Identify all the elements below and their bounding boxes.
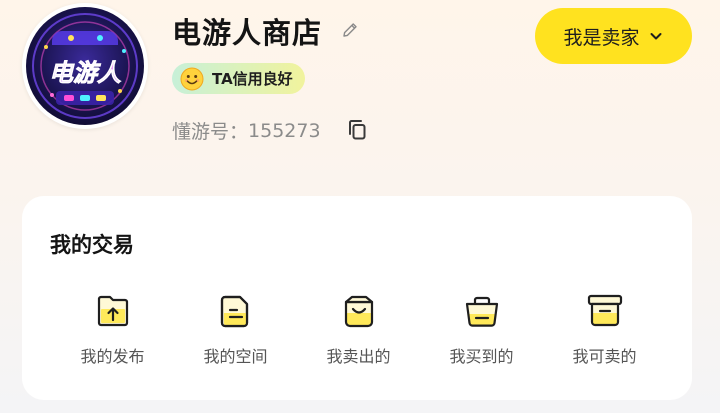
seller-mode-button[interactable]: 我是卖家 — [535, 8, 692, 64]
smile-face-icon — [180, 67, 204, 90]
trade-item-label: 我可卖的 — [572, 347, 637, 366]
trade-item-bought[interactable]: 我买到的 — [420, 289, 543, 367]
avatar[interactable]: 电游人 — [22, 3, 148, 129]
user-id-label: 懂游号： — [172, 121, 249, 143]
my-trades-title: 我的交易 — [50, 233, 134, 257]
trade-item-label: 我卖出的 — [326, 347, 391, 366]
trade-item-sellable[interactable]: 我可卖的 — [543, 289, 666, 367]
trade-item-label: 我的发布 — [80, 347, 145, 366]
trade-item-my-space[interactable]: 我的空间 — [174, 289, 297, 367]
trade-items-row: 我的发布 我的空间 我卖出的 我买到的 我可卖的 — [51, 289, 666, 367]
avatar-logo-text: 电游人 — [49, 59, 121, 87]
trade-item-my-posts[interactable]: 我的发布 — [51, 289, 174, 367]
shopping-bag-icon — [344, 295, 373, 328]
chevron-down-icon — [650, 33, 661, 40]
trade-item-label: 我的空间 — [203, 347, 268, 366]
credit-badge[interactable]: TA信用良好 — [172, 63, 305, 94]
folder-upload-icon — [97, 295, 128, 327]
copy-icon[interactable] — [344, 117, 370, 143]
user-id: 懂游号： 155273 — [172, 117, 321, 144]
pencil-edit-icon[interactable] — [340, 20, 360, 40]
user-id-value: 155273 — [248, 119, 321, 142]
store-name: 电游人商店 — [172, 16, 323, 50]
my-trades-card: 我的交易 我的发布 我的空间 我卖出的 我买到的 我可卖的 — [22, 196, 692, 400]
storage-box-icon — [587, 294, 622, 327]
avatar-image: 电游人 — [26, 7, 144, 125]
trade-item-label: 我买到的 — [449, 347, 514, 366]
document-icon — [220, 295, 248, 328]
basket-icon — [465, 296, 498, 327]
seller-mode-label: 我是卖家 — [563, 27, 640, 49]
trade-item-sold[interactable]: 我卖出的 — [297, 289, 420, 367]
credit-badge-label: TA信用良好 — [212, 70, 293, 88]
